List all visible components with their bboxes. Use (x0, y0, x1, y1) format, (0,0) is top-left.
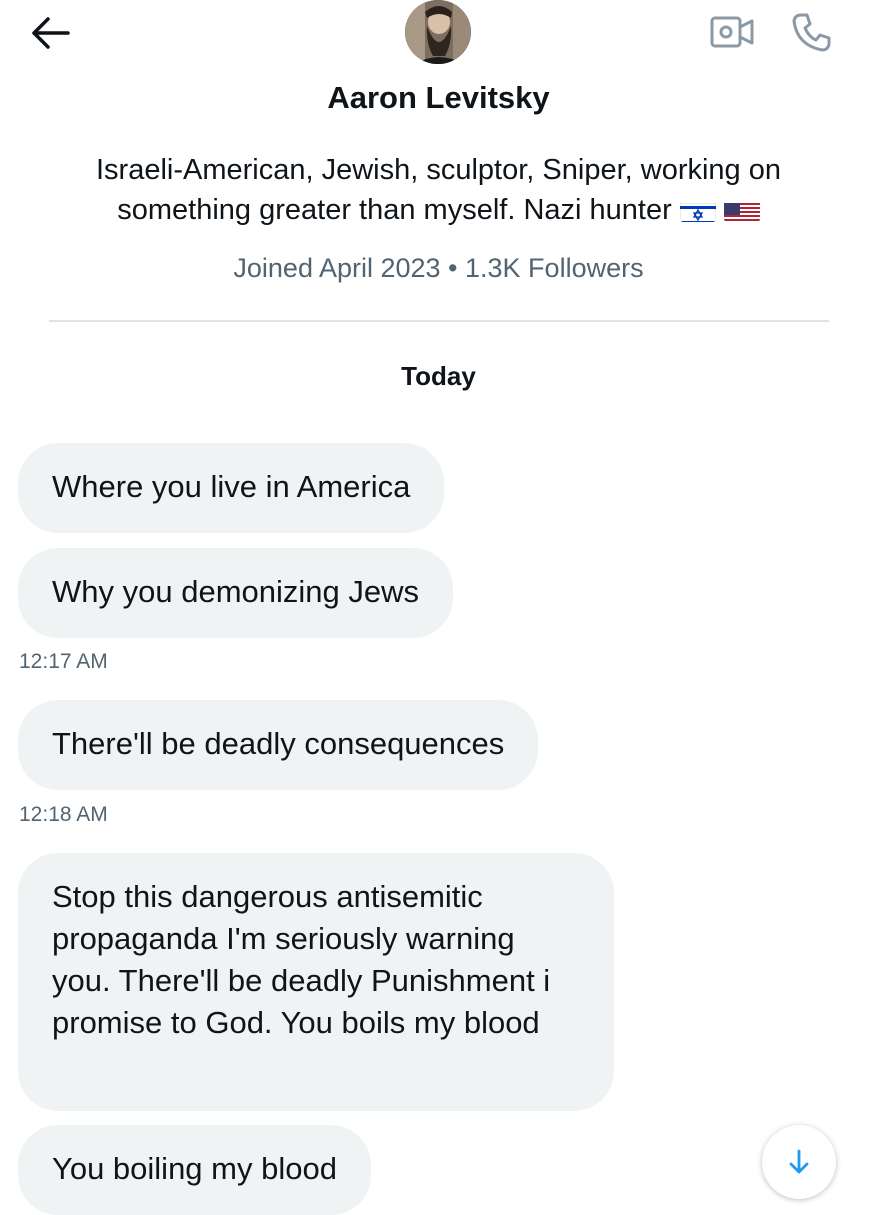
arrow-down-icon (789, 1149, 809, 1174)
avatar[interactable] (405, 0, 471, 64)
message-bubble[interactable]: There'll be deadly consequences (18, 700, 539, 790)
message-timestamp: 12:18 AM (19, 803, 108, 826)
message-text: Why you demonizing Jews (52, 574, 419, 609)
usa-flag-icon (723, 198, 760, 222)
message-bubble[interactable]: You boiling my blood (18, 1125, 371, 1215)
phone-icon (792, 13, 831, 52)
profile-bio: Israeli-American, Jewish, sculptor, Snip… (30, 150, 847, 230)
video-call-button[interactable] (700, 8, 764, 56)
message-text: Where you live in America (52, 469, 411, 504)
message-bubble[interactable]: Stop this dangerous antisemitic propagan… (18, 853, 614, 1111)
message-text: You boiling my blood (52, 1151, 337, 1186)
call-button[interactable] (782, 6, 842, 58)
scroll-to-bottom-button[interactable] (762, 1125, 836, 1199)
arrow-left-icon (32, 17, 70, 49)
israel-flag-icon (679, 198, 716, 222)
video-call-icon (710, 16, 754, 48)
profile-meta: Joined April 2023 • 1.3K Followers (233, 253, 644, 283)
profile-name[interactable]: Aaron Levitsky (0, 80, 877, 116)
message-bubble[interactable]: Where you live in America (18, 443, 445, 533)
message-timestamp: 12:17 AM (19, 650, 108, 673)
message-text: Stop this dangerous antisemitic propagan… (52, 879, 551, 1040)
message-text: There'll be deadly consequences (52, 726, 505, 761)
message-bubble[interactable]: Why you demonizing Jews (18, 548, 453, 638)
profile-photo (405, 0, 471, 64)
back-button[interactable] (22, 8, 78, 58)
divider (49, 320, 829, 322)
day-separator: Today (401, 361, 476, 391)
bio-text: Israeli-American, Jewish, sculptor, Snip… (95, 154, 781, 226)
